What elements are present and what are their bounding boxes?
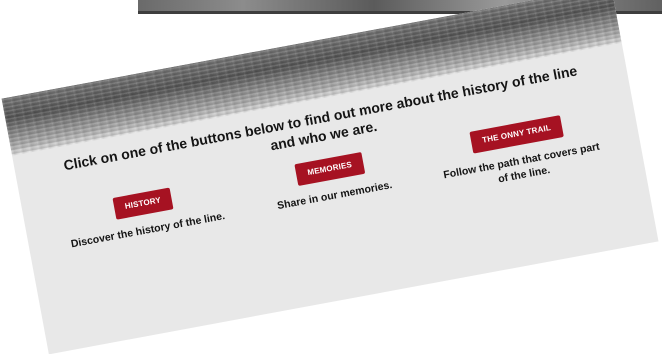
history-button[interactable]: HISTORY	[112, 187, 174, 220]
onny-trail-description: Follow the path that covers part of the …	[442, 140, 601, 186]
content-card: Click on one of the buttons below to fin…	[1, 0, 659, 354]
memories-description: Share in our memories.	[276, 179, 394, 213]
history-description: Discover the history of the line.	[69, 210, 226, 251]
onny-trail-column: THE ONNY TRAIL Follow the path that cove…	[431, 108, 609, 197]
rotated-content-card: Click on one of the buttons below to fin…	[1, 0, 659, 354]
memories-button[interactable]: MEMORIES	[294, 152, 365, 186]
